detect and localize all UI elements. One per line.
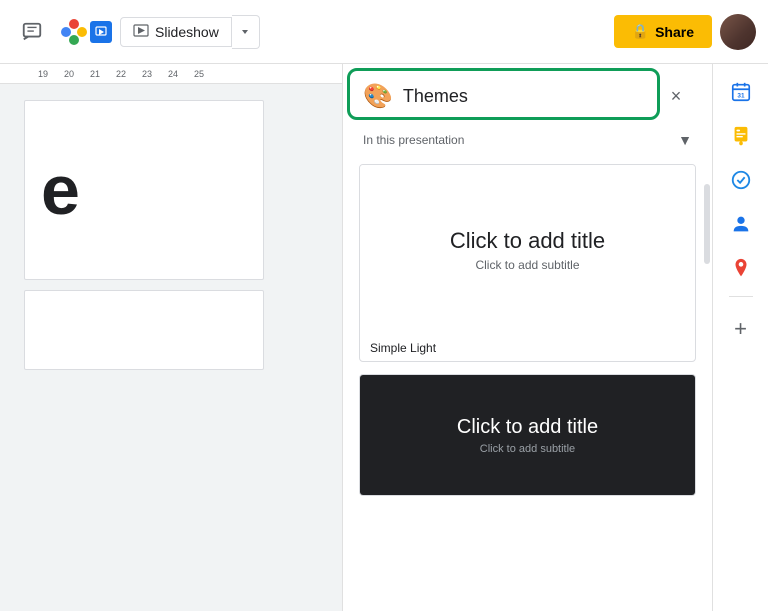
maps-icon: [730, 257, 752, 279]
themes-palette-icon: 🎨: [363, 82, 393, 111]
keep-icon: [730, 125, 752, 147]
section-chevron-icon[interactable]: ▼: [678, 132, 692, 148]
themes-panel: 🎨 Themes × In this presentation ▼ Click …: [342, 64, 712, 611]
theme-light-title: Click to add title: [450, 228, 605, 254]
svg-text:31: 31: [737, 93, 745, 100]
ruler-mark-23: 23: [134, 69, 160, 79]
close-icon: ×: [671, 86, 682, 107]
calendar-icon: 31: [730, 81, 752, 103]
theme-preview-light: Click to add title Click to add subtitle: [360, 165, 695, 335]
themes-header: 🎨 Themes ×: [343, 64, 712, 124]
sidebar-add-button[interactable]: +: [721, 309, 761, 349]
slideshow-button[interactable]: Slideshow: [120, 17, 232, 47]
sidebar-divider: [729, 296, 753, 297]
avatar-image: [720, 14, 756, 50]
theme-light-subtitle: Click to add subtitle: [475, 258, 579, 272]
themes-scrollbar-thumb: [704, 184, 710, 264]
share-label: Share: [655, 24, 694, 40]
main-area: 19 20 21 22 23 24 25 e 🎨 Themes: [0, 64, 768, 611]
slides-badge: [90, 21, 112, 43]
ruler-mark-24: 24: [160, 69, 186, 79]
themes-scrollbar[interactable]: [704, 184, 710, 611]
ruler: 19 20 21 22 23 24 25: [0, 64, 342, 84]
theme-card-light[interactable]: Click to add title Click to add subtitle…: [359, 164, 696, 362]
close-themes-button[interactable]: ×: [660, 80, 692, 112]
tasks-icon: [730, 169, 752, 191]
themes-list: Click to add title Click to add subtitle…: [343, 156, 712, 611]
ruler-mark-22: 22: [108, 69, 134, 79]
theme-dark-subtitle: Click to add subtitle: [480, 443, 575, 455]
slideshow-dropdown-button[interactable]: [232, 15, 260, 49]
slideshow-label: Slideshow: [155, 24, 219, 40]
sidebar-icon-maps[interactable]: [721, 248, 761, 288]
slide-thumbnail-2[interactable]: [24, 290, 264, 370]
google-slides-icon: [60, 18, 88, 46]
theme-card-dark[interactable]: Click to add title Click to add subtitle: [359, 374, 696, 496]
sidebar-icon-calendar[interactable]: 31: [721, 72, 761, 112]
slideshow-dropdown-icon: [240, 27, 250, 37]
sidebar-icon-tasks[interactable]: [721, 160, 761, 200]
section-header: In this presentation ▼: [343, 124, 712, 156]
slides-badge-icon: [95, 26, 107, 38]
toolbar: Slideshow 🔒 Share: [0, 0, 768, 64]
share-lock-icon: 🔒: [632, 23, 649, 40]
theme-preview-dark: Click to add title Click to add subtitle: [360, 375, 695, 495]
themes-title: Themes: [403, 86, 650, 107]
google-logo-area: [60, 18, 112, 46]
comment-button[interactable]: [12, 12, 52, 52]
theme-dark-title: Click to add title: [457, 416, 598, 439]
ruler-mark-19: 19: [30, 69, 56, 79]
sidebar-icon-contacts[interactable]: [721, 204, 761, 244]
avatar[interactable]: [720, 14, 756, 50]
slide-thumbnail-1[interactable]: e: [24, 100, 264, 280]
section-label: In this presentation: [363, 133, 464, 147]
sidebar-icon-keep[interactable]: [721, 116, 761, 156]
right-sidebar: 31: [712, 64, 768, 611]
share-button[interactable]: 🔒 Share: [614, 15, 712, 48]
add-icon: +: [734, 316, 747, 342]
slide-content: e: [41, 150, 80, 230]
ruler-mark-21: 21: [82, 69, 108, 79]
ruler-mark-20: 20: [56, 69, 82, 79]
slide-area: e: [0, 84, 342, 370]
slide-panel: 19 20 21 22 23 24 25 e: [0, 64, 342, 611]
ruler-mark-25: 25: [186, 69, 212, 79]
contacts-icon: [730, 213, 752, 235]
theme-light-name: Simple Light: [360, 335, 695, 361]
ruler-marks: 19 20 21 22 23 24 25: [30, 69, 212, 79]
slideshow-play-icon: [133, 24, 149, 40]
slideshow-button-group: Slideshow: [120, 15, 260, 49]
